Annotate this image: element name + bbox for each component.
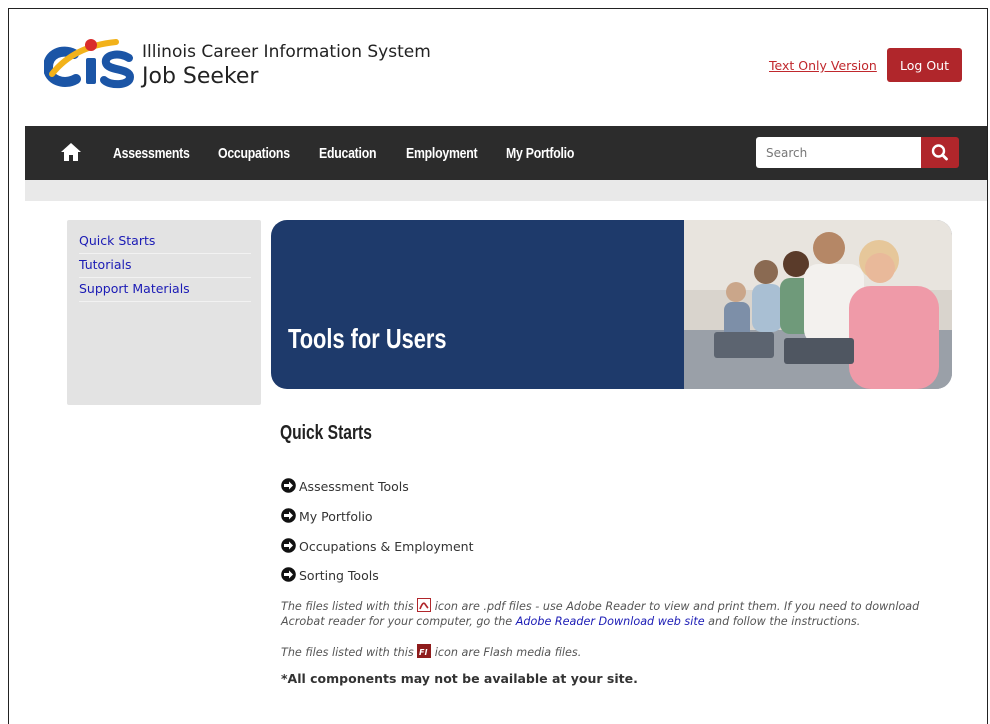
pdf-icon xyxy=(417,598,432,612)
quick-start-label: Assessment Tools xyxy=(299,479,409,494)
adobe-reader-download-link[interactable]: Adobe Reader Download web site xyxy=(516,615,705,628)
banner-photo xyxy=(684,220,952,389)
flash-note-prefix: The files listed with this xyxy=(281,646,414,659)
home-icon[interactable] xyxy=(60,142,82,162)
sidebar-item-tutorials[interactable]: Tutorials xyxy=(79,253,251,278)
flash-icon: Fl xyxy=(417,644,432,658)
sub-nav-band xyxy=(25,180,987,201)
main-nav: Assessments Occupations Education Employ… xyxy=(25,126,987,180)
nav-item-my-portfolio[interactable]: My Portfolio xyxy=(506,145,574,162)
pdf-note-prefix: The files listed with this xyxy=(281,600,414,613)
logo-subtitle: Job Seeker xyxy=(142,64,259,89)
text-only-version-link[interactable]: Text Only Version xyxy=(769,58,877,73)
nav-item-employment[interactable]: Employment xyxy=(406,145,478,162)
svg-text:Fl: Fl xyxy=(419,648,427,657)
cis-logo xyxy=(44,39,135,89)
search-button[interactable] xyxy=(921,137,959,168)
sidebar-item-support-materials[interactable]: Support Materials xyxy=(79,277,251,302)
flash-note: The files listed with this Fl icon are F… xyxy=(281,644,961,660)
log-out-button[interactable]: Log Out xyxy=(887,48,962,82)
arrow-circle-icon xyxy=(281,538,296,553)
sidebar-item-quick-starts[interactable]: Quick Starts xyxy=(79,229,251,254)
arrow-circle-icon xyxy=(281,478,296,493)
arrow-circle-icon xyxy=(281,567,296,582)
nav-item-occupations[interactable]: Occupations xyxy=(218,145,290,162)
banner: Tools for Users xyxy=(271,220,952,389)
quick-start-label: My Portfolio xyxy=(299,509,373,524)
availability-disclaimer: *All components may not be available at … xyxy=(281,671,638,686)
section-title: Quick Starts xyxy=(280,422,372,444)
pdf-note-suffix: and follow the instructions. xyxy=(708,615,861,628)
nav-item-assessments[interactable]: Assessments xyxy=(113,145,190,162)
banner-title: Tools for Users xyxy=(288,323,447,354)
quick-start-label: Sorting Tools xyxy=(299,568,379,583)
arrow-circle-icon xyxy=(281,508,296,523)
search-icon xyxy=(931,144,948,161)
pdf-note: The files listed with this icon are .pdf… xyxy=(281,598,961,629)
search-input[interactable] xyxy=(756,137,922,168)
quick-start-label: Occupations & Employment xyxy=(299,539,474,554)
nav-item-education[interactable]: Education xyxy=(319,145,376,162)
logo-title: Illinois Career Information System xyxy=(142,42,431,62)
sidebar: Quick Starts Tutorials Support Materials xyxy=(67,220,261,405)
flash-note-suffix: icon are Flash media files. xyxy=(434,646,582,659)
